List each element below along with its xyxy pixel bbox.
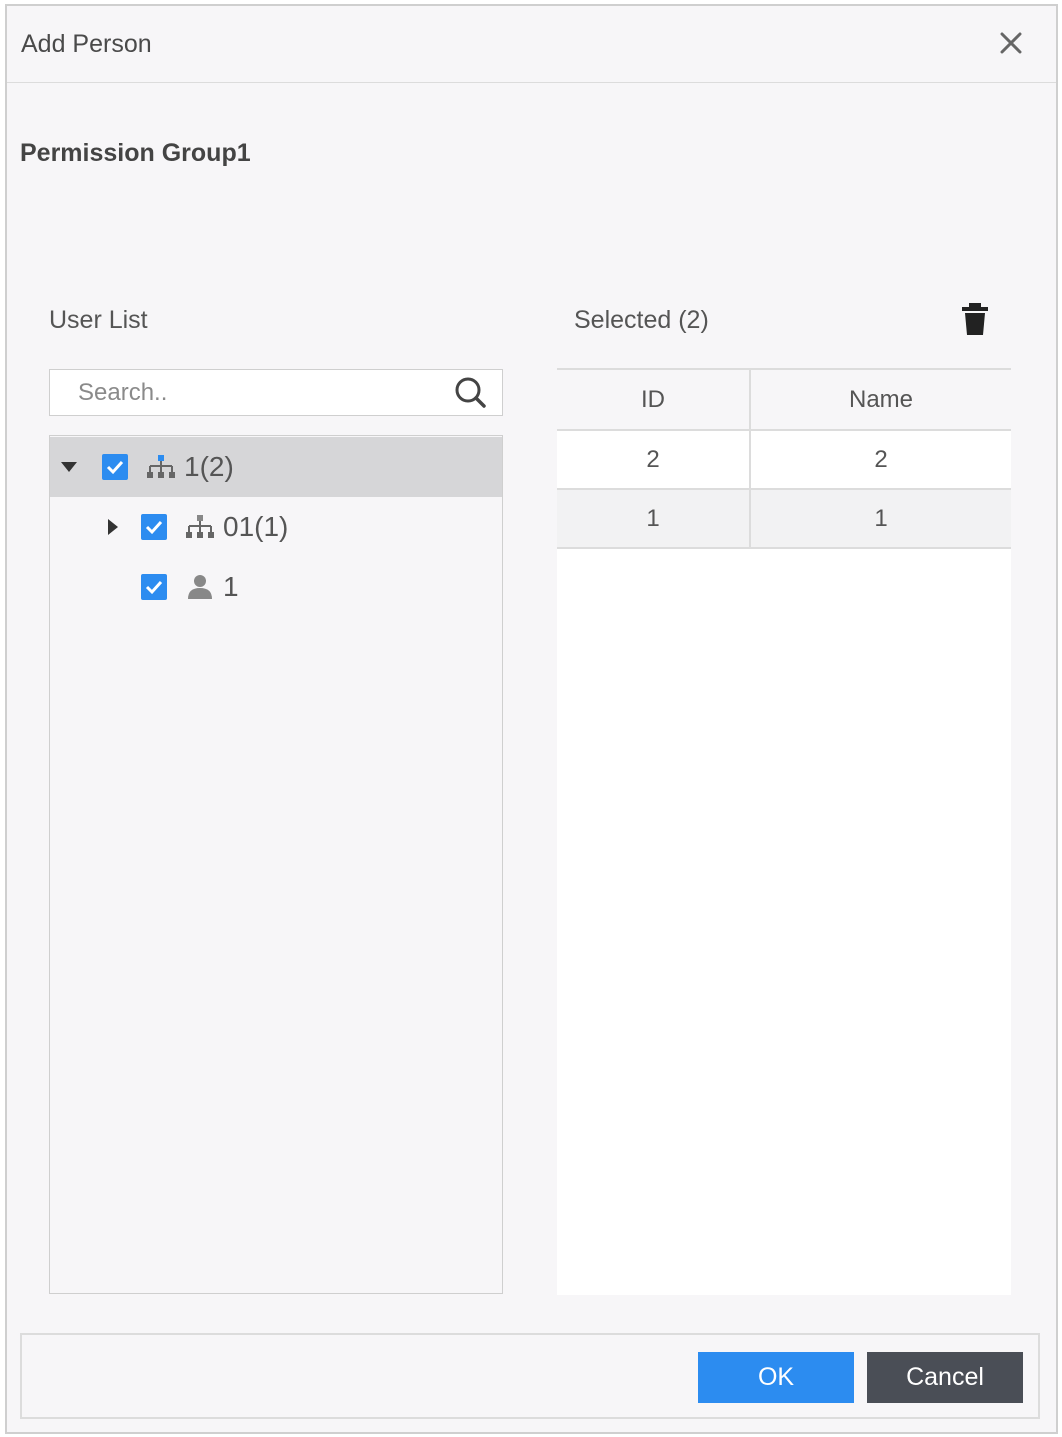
column-header-name[interactable]: Name <box>751 370 1011 429</box>
table-header: ID Name <box>557 368 1011 431</box>
close-icon[interactable] <box>996 28 1026 58</box>
tree-node-label: 01(1) <box>223 511 289 542</box>
org-tree-icon <box>186 515 214 538</box>
cancel-button[interactable]: Cancel <box>867 1352 1023 1403</box>
search-icon[interactable] <box>454 376 488 410</box>
caret-down-icon[interactable] <box>60 458 78 476</box>
tree-node-1[interactable]: 1(2) <box>50 437 502 497</box>
dialog-titlebar: Add Person <box>7 6 1056 83</box>
checkbox-checked-icon[interactable] <box>102 454 128 480</box>
search-box <box>49 369 503 416</box>
org-tree-icon <box>147 455 175 478</box>
table-row[interactable]: 2 2 <box>557 431 1011 490</box>
tree-node-label: 1 <box>223 571 239 602</box>
add-person-dialog: Add Person Permission Group1 User List S… <box>5 4 1058 1434</box>
user-tree: 1(2) 01(1) 1 <box>49 435 503 1294</box>
cell-name: 1 <box>874 504 888 532</box>
dialog-footer: OK Cancel <box>20 1333 1040 1419</box>
person-icon <box>188 575 212 599</box>
selected-table: ID Name 2 2 1 1 <box>557 368 1011 1295</box>
column-header-id[interactable]: ID <box>557 370 751 429</box>
cell-id: 1 <box>557 490 751 547</box>
dialog-title: Add Person <box>21 30 152 58</box>
caret-right-icon[interactable] <box>104 518 122 536</box>
checkbox-checked-icon[interactable] <box>141 514 167 540</box>
tree-node-person-1[interactable]: 1 <box>50 557 502 617</box>
selected-count-label: Selected (2) <box>574 306 709 334</box>
search-input[interactable] <box>50 370 440 415</box>
cell-id: 2 <box>557 431 751 488</box>
user-list-label: User List <box>49 306 148 334</box>
checkbox-checked-icon[interactable] <box>141 574 167 600</box>
ok-button[interactable]: OK <box>698 1352 854 1403</box>
tree-node-01[interactable]: 01(1) <box>50 497 502 557</box>
cell-name: 2 <box>874 445 888 473</box>
trash-icon[interactable] <box>960 302 990 336</box>
table-row[interactable]: 1 1 <box>557 490 1011 549</box>
tree-node-label: 1(2) <box>184 451 234 482</box>
permission-group-name: Permission Group1 <box>20 139 251 167</box>
